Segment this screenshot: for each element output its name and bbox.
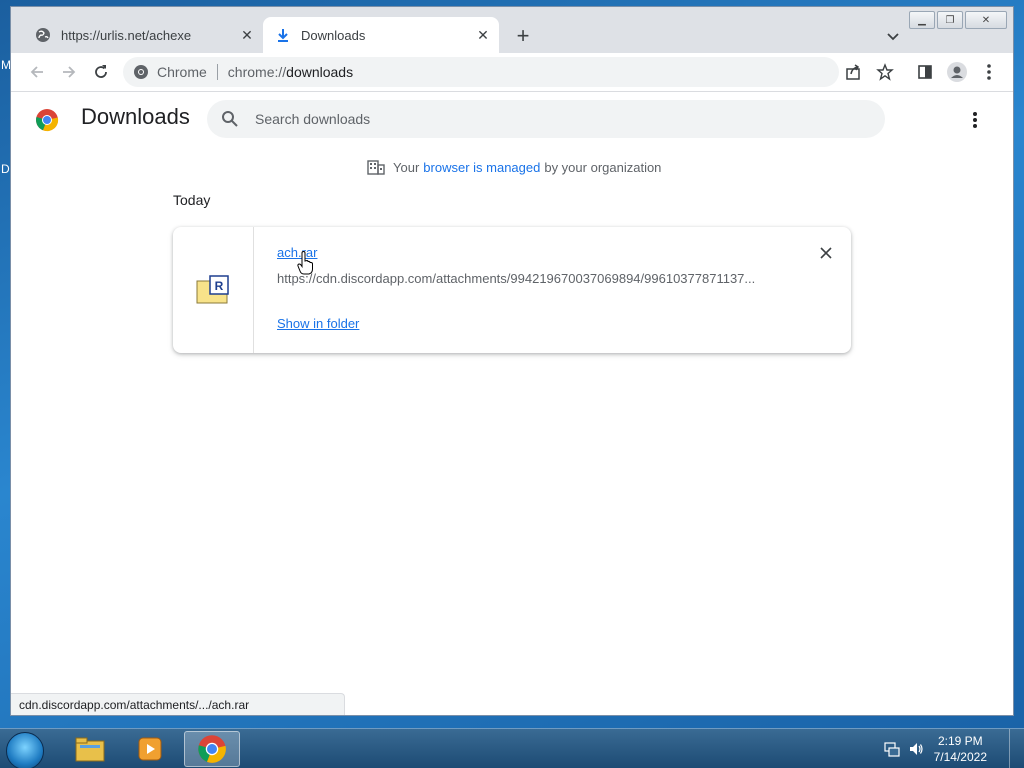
- chrome-icon: [134, 65, 148, 79]
- managed-notice: Your browser is managed by your organiza…: [367, 158, 661, 176]
- address-bar[interactable]: Chrome chrome://downloads: [123, 57, 839, 87]
- close-tab-icon[interactable]: ✕: [473, 25, 493, 45]
- volume-icon[interactable]: [908, 741, 924, 757]
- show-in-folder-link[interactable]: Show in folder: [277, 316, 359, 331]
- divider: [216, 64, 218, 80]
- date-section-header: Today: [173, 192, 211, 208]
- folder-icon: [75, 737, 105, 762]
- minimize-button[interactable]: ▁: [909, 11, 935, 29]
- download-source-url: https://cdn.discordapp.com/attachments/9…: [277, 271, 756, 286]
- tab-urlis[interactable]: https://urlis.net/achexe ✕: [23, 17, 263, 53]
- close-window-button[interactable]: ✕: [965, 11, 1007, 29]
- window-controls: ▁ ❐ ✕: [907, 11, 1007, 29]
- tab-search-chevron-icon[interactable]: [883, 27, 903, 47]
- back-icon[interactable]: [27, 62, 47, 82]
- managed-link[interactable]: browser is managed: [423, 160, 540, 175]
- clock[interactable]: 2:19 PM 7/14/2022: [934, 733, 987, 765]
- chrome-window: https://urlis.net/achexe ✕ Downloads ✕ +…: [10, 6, 1014, 716]
- status-bar: cdn.discordapp.com/attachments/.../ach.r…: [11, 693, 345, 715]
- close-tab-icon[interactable]: ✕: [237, 25, 257, 45]
- downloads-page: Downloads Your browser is managed by you…: [11, 92, 1013, 698]
- media-player-icon: [138, 737, 162, 761]
- tab-title: Downloads: [301, 27, 366, 43]
- chrome-menu-icon[interactable]: [979, 62, 999, 82]
- system-tray: 2:19 PM 7/14/2022: [884, 729, 1024, 768]
- hand-cursor-icon: [297, 250, 315, 275]
- file-icon-column: R: [173, 227, 254, 353]
- taskbar-chrome[interactable]: [184, 731, 240, 767]
- search-icon: [222, 111, 238, 127]
- site-info-chip[interactable]: Chrome: [133, 64, 207, 80]
- desktop-edge-text: D: [1, 162, 10, 176]
- tab-strip: https://urlis.net/achexe ✕ Downloads ✕ +…: [11, 7, 1013, 53]
- profile-avatar-icon[interactable]: [947, 62, 967, 82]
- share-icon[interactable]: [843, 62, 863, 82]
- chip-label: Chrome: [157, 64, 207, 80]
- svg-text:R: R: [215, 279, 224, 293]
- forward-icon[interactable]: [59, 62, 79, 82]
- bookmark-star-icon[interactable]: [875, 62, 895, 82]
- show-desktop-button[interactable]: [1009, 729, 1024, 768]
- remove-download-icon[interactable]: [817, 244, 835, 262]
- new-tab-button[interactable]: +: [511, 25, 535, 49]
- globe-icon: [35, 27, 51, 43]
- reload-icon[interactable]: [91, 62, 111, 82]
- search-input[interactable]: [253, 110, 857, 128]
- download-icon: [275, 27, 291, 43]
- network-icon[interactable]: [884, 741, 900, 757]
- taskbar-media-player[interactable]: [122, 731, 178, 767]
- taskbar: 2:19 PM 7/14/2022: [0, 728, 1024, 768]
- page-title: Downloads: [81, 104, 190, 129]
- clock-date: 7/14/2022: [933, 750, 987, 764]
- tab-downloads[interactable]: Downloads ✕: [263, 17, 499, 53]
- chrome-logo-icon: [35, 108, 59, 132]
- clock-time: 2:19 PM: [937, 734, 983, 748]
- taskbar-explorer[interactable]: [62, 731, 118, 767]
- rar-archive-icon: R: [196, 275, 229, 304]
- search-downloads[interactable]: [207, 100, 885, 138]
- building-icon: [367, 160, 385, 175]
- start-button[interactable]: [6, 732, 44, 768]
- tab-title: https://urlis.net/achexe: [61, 27, 192, 43]
- toolbar: Chrome chrome://downloads: [11, 53, 1013, 92]
- side-panel-icon[interactable]: [915, 62, 935, 82]
- download-item: R ach.rar https://cdn.discordapp.com/att…: [173, 227, 851, 353]
- chrome-icon: [198, 735, 226, 763]
- restore-button[interactable]: ❐: [937, 11, 963, 29]
- more-actions-icon[interactable]: [967, 110, 983, 130]
- url-text: chrome://downloads: [227, 64, 354, 80]
